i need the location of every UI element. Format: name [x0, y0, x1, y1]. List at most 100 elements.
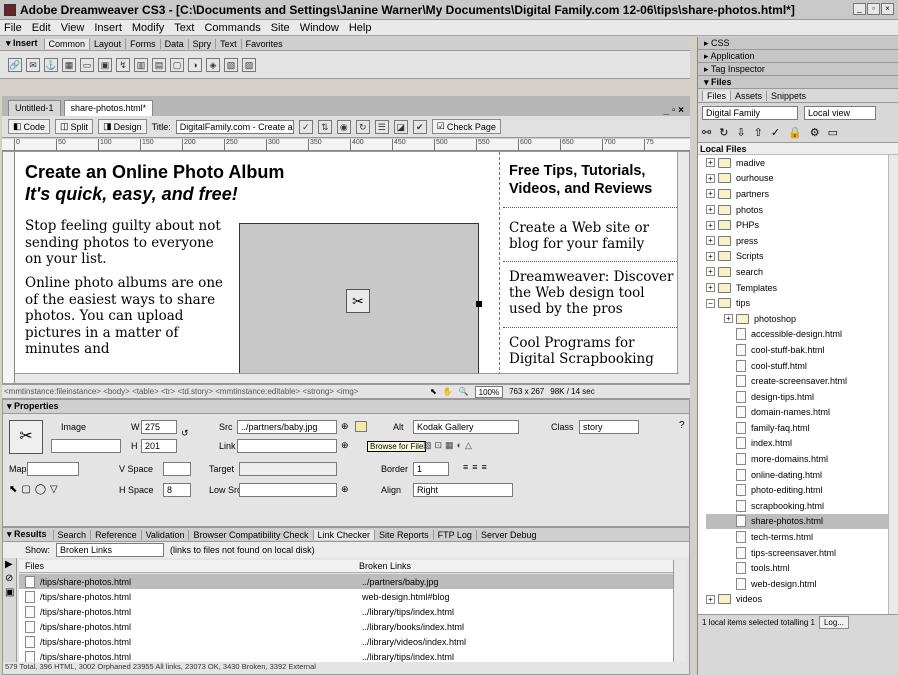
hand-tool-icon[interactable]: ✋: [443, 387, 453, 396]
menu-site[interactable]: Site: [271, 22, 290, 34]
page-subheading[interactable]: It's quick, easy, and free!: [25, 184, 238, 205]
tree-subfolder[interactable]: + photoshop: [706, 311, 898, 327]
results-tab-server-debug[interactable]: Server Debug: [475, 529, 541, 540]
head-icon[interactable]: ◑: [188, 57, 202, 72]
menu-insert[interactable]: Insert: [94, 22, 122, 34]
design-view[interactable]: Create an Online Photo Album It's quick,…: [2, 151, 690, 384]
results-tab-ftp-log[interactable]: FTP Log: [432, 529, 476, 540]
insert-tab-forms[interactable]: Forms: [125, 38, 160, 49]
target-select[interactable]: [239, 462, 337, 476]
tree-file[interactable]: more-domains.html: [706, 451, 898, 467]
restore-button[interactable]: ▫: [867, 3, 880, 15]
results-header[interactable]: ▾ Results: [7, 529, 47, 540]
results-tab-link-checker[interactable]: Link Checker: [312, 529, 375, 540]
sidebar-heading[interactable]: Free Tips, Tutorials, Videos, and Review…: [509, 162, 673, 198]
results-tab-search[interactable]: Search: [52, 529, 91, 540]
lowsrc-input[interactable]: [239, 483, 337, 497]
visual-aids-icon[interactable]: ◪: [393, 119, 408, 134]
zoom-tool-icon[interactable]: 🔍: [459, 387, 469, 396]
align-select[interactable]: Right: [413, 483, 513, 497]
view-select[interactable]: Local view: [804, 106, 876, 120]
refresh-icon[interactable]: ↻: [355, 119, 370, 134]
broken-links-column-header[interactable]: Broken Links: [359, 561, 411, 571]
run-check-icon[interactable]: ▶: [5, 558, 16, 572]
table-row[interactable]: /tips/share-photos.html web-design.html#b…: [19, 589, 673, 604]
insert-tab-data[interactable]: Data: [159, 38, 188, 49]
tree-file[interactable]: tools.html: [706, 560, 898, 576]
insert-tab-common[interactable]: Common: [43, 38, 90, 49]
code-view-button[interactable]: ◧ Code: [8, 119, 51, 134]
zoom-select[interactable]: 100%: [474, 385, 504, 398]
properties-header[interactable]: ▾ Properties: [3, 400, 689, 414]
tab-share-photos[interactable]: share-photos.html*: [63, 100, 154, 116]
page-heading[interactable]: Create an Online Photo Album: [25, 162, 284, 183]
map-input[interactable]: [27, 462, 79, 476]
tree-file[interactable]: cool-stuff.html: [706, 358, 898, 374]
sync-icon[interactable]: ⚙: [810, 126, 820, 139]
lowsrc-point-icon[interactable]: ⊕: [341, 484, 349, 495]
tag-selector[interactable]: <mmtinstance:fileinstance> <body> <table…: [4, 387, 424, 396]
alt-select[interactable]: Kodak Gallery: [413, 420, 519, 434]
css-panel-header[interactable]: ▸ CSS: [698, 37, 898, 50]
table-icon[interactable]: ▦: [62, 57, 76, 72]
expand-toggle-icon[interactable]: +: [706, 220, 715, 230]
log-button[interactable]: Log...: [818, 616, 849, 629]
server-include-icon[interactable]: ▤: [152, 57, 166, 72]
put-files-icon[interactable]: ⇧: [754, 126, 763, 139]
expand-toggle-icon[interactable]: +: [724, 314, 733, 324]
height-input[interactable]: 201: [141, 439, 177, 453]
results-scrollbar[interactable]: [673, 560, 685, 662]
split-view-button[interactable]: ◫ Split: [55, 119, 94, 134]
expand-toggle-icon[interactable]: +: [706, 267, 715, 277]
sidebar-item-2[interactable]: Dreamweaver: Discover the Web design too…: [509, 269, 677, 317]
image-name-input[interactable]: [51, 439, 121, 453]
table-row[interactable]: /tips/share-photos.html ../library/tips/i…: [19, 649, 673, 662]
menu-commands[interactable]: Commands: [204, 22, 260, 34]
design-horizontal-scrollbar[interactable]: [15, 373, 679, 383]
table-row[interactable]: /tips/share-photos.html ../library/books/…: [19, 619, 673, 634]
image-icon[interactable]: ▣: [98, 57, 112, 72]
expand-toggle-icon[interactable]: +: [706, 251, 715, 261]
show-select[interactable]: Broken Links: [56, 543, 165, 557]
border-input[interactable]: 1: [413, 462, 449, 476]
tree-file[interactable]: scrapbooking.html: [706, 498, 898, 514]
tag-chooser-icon[interactable]: ▨: [242, 57, 256, 72]
menu-text[interactable]: Text: [174, 22, 194, 34]
expand-toggle-icon[interactable]: +: [706, 205, 715, 215]
tree-folder[interactable]: + photos: [706, 202, 898, 218]
script-icon[interactable]: ◈: [206, 57, 220, 72]
link-point-icon[interactable]: ⊕: [341, 440, 349, 451]
named-anchor-icon[interactable]: ⚓: [44, 57, 58, 72]
tree-folder[interactable]: + Templates: [706, 280, 898, 296]
minimize-button[interactable]: _: [853, 3, 866, 15]
tree-file[interactable]: tips-screensaver.html: [706, 545, 898, 561]
table-row[interactable]: /tips/share-photos.html ../library/videos…: [19, 634, 673, 649]
class-select[interactable]: story: [579, 420, 639, 434]
tree-file[interactable]: create-screensaver.html: [706, 373, 898, 389]
save-report-icon[interactable]: ▣: [5, 586, 16, 600]
insert-tab-favorites[interactable]: Favorites: [240, 38, 287, 49]
tree-folder[interactable]: + Scripts: [706, 249, 898, 265]
browse-folder-icon[interactable]: [355, 421, 367, 432]
expand-toggle-icon[interactable]: +: [706, 283, 715, 293]
file-management-icon[interactable]: ⇅: [317, 119, 332, 134]
results-tab-reference[interactable]: Reference: [90, 529, 141, 540]
help-icon[interactable]: ?: [679, 420, 685, 431]
tree-file[interactable]: web-design.html: [706, 576, 898, 592]
expand-toggle-icon[interactable]: −: [706, 298, 715, 308]
date-icon[interactable]: ▥: [134, 57, 148, 72]
insert-tab-text[interactable]: Text: [215, 38, 241, 49]
design-view-button[interactable]: ◨ Design: [98, 119, 147, 134]
expand-toggle-icon[interactable]: +: [706, 173, 715, 183]
tree-file[interactable]: accessible-design.html: [706, 327, 898, 343]
get-files-icon[interactable]: ⇩: [736, 126, 745, 139]
check-out-icon[interactable]: ✓: [771, 126, 780, 139]
menu-file[interactable]: File: [4, 22, 22, 34]
tree-folder[interactable]: + PHPs: [706, 217, 898, 233]
check-in-icon[interactable]: 🔒: [788, 126, 802, 139]
menu-window[interactable]: Window: [300, 22, 339, 34]
tree-file[interactable]: family-faq.html: [706, 420, 898, 436]
src-input[interactable]: ../partners/baby.jpg: [237, 420, 337, 434]
width-input[interactable]: 275: [141, 420, 177, 434]
tree-folder[interactable]: + videos: [706, 592, 898, 608]
